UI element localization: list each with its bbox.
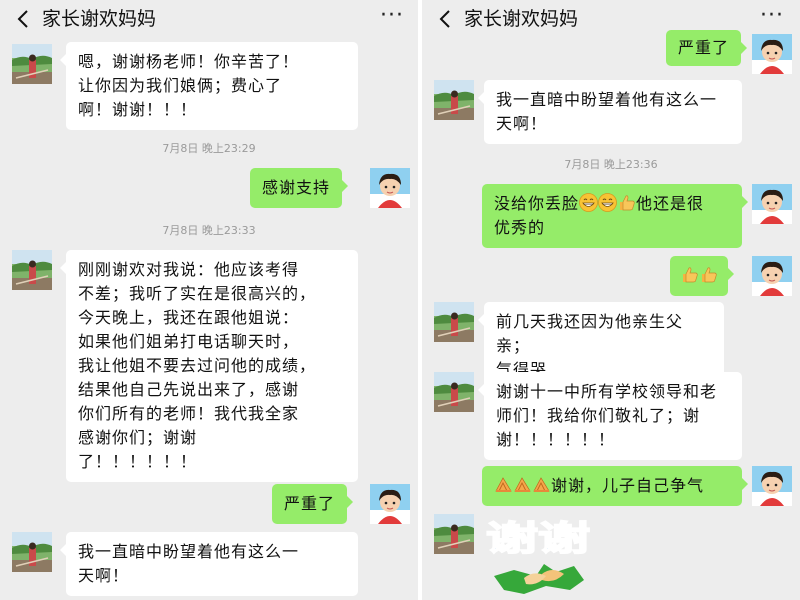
grin-icon — [579, 193, 599, 212]
salute-icon — [513, 475, 532, 494]
grin-icon — [598, 193, 618, 212]
message-bubble-incoming[interactable]: 谢谢十一中所有学校领导和老 师们！我给你们敬礼了；谢 谢！！！！！！ — [478, 372, 742, 460]
message-text: 我一直暗中盼望着他有这么一 天啊！ — [496, 90, 718, 133]
message-text: 严重了 — [284, 494, 336, 513]
teacher-avatar[interactable] — [752, 34, 792, 74]
more-options-icon[interactable]: ··· — [378, 5, 406, 29]
message-text-with-emoji: 谢谢，儿子自己争气 — [494, 474, 730, 498]
chat-screenshot-right: 家长谢欢妈妈 ··· 严重了 我一直暗中盼望着他有这么一 天啊！ 7月8日 晚上… — [422, 0, 800, 600]
parent-avatar[interactable] — [12, 532, 52, 572]
message-list[interactable]: 严重了 我一直暗中盼望着他有这么一 天啊！ 7月8日 晚上23:36 没给你丢脸… — [422, 30, 800, 600]
parent-avatar[interactable] — [434, 80, 474, 120]
message-text: 感谢支持 — [262, 178, 331, 197]
back-arrow-icon[interactable] — [436, 8, 456, 30]
message-bubble-outgoing[interactable]: 谢谢，儿子自己争气 — [482, 466, 748, 506]
chat-screenshot-left: 家长谢欢妈妈 ··· 嗯，谢谢杨老师！你辛苦了！ 让你因为我们娘俩；费心了 啊！… — [0, 0, 418, 600]
thumbs-up-icon — [699, 265, 718, 284]
message-timestamp: 7月8日 晚上23:29 — [162, 142, 256, 155]
message-text: 没给你丢脸 — [494, 194, 580, 213]
message-text: 刚刚谢欢对我说：他应该考得 不差；我听了实在是很高兴的， 今天晚上，我还在跟他姐… — [78, 260, 317, 471]
message-bubble-incoming[interactable]: 刚刚谢欢对我说：他应该考得 不差；我听了实在是很高兴的， 今天晚上，我还在跟他姐… — [60, 250, 358, 482]
message-text: 嗯，谢谢杨老师！你辛苦了！ 让你因为我们娘俩；费心了 啊！谢谢！！！ — [78, 52, 300, 119]
chat-header: 家长谢欢妈妈 ··· — [0, 0, 418, 38]
chat-header: 家长谢欢妈妈 ··· — [422, 0, 800, 38]
message-text: 严重了 — [678, 38, 730, 57]
message-text: 谢谢，儿子自己争气 — [551, 476, 705, 495]
message-bubble-incoming[interactable]: 我一直暗中盼望着他有这么一 天啊！ — [478, 80, 742, 144]
parent-avatar[interactable] — [434, 372, 474, 412]
teacher-avatar[interactable] — [370, 484, 410, 524]
message-text: 我一直暗中盼望着他有这么一 天啊！ — [78, 542, 300, 585]
thumbs-up-icon — [680, 265, 699, 284]
chat-title: 家长谢欢妈妈 — [464, 8, 579, 30]
more-options-icon[interactable]: ··· — [758, 5, 786, 29]
sticker-text: 谢谢 — [486, 519, 590, 559]
message-timestamp: 7月8日 晚上23:33 — [162, 224, 256, 237]
message-bubble-incoming[interactable]: 嗯，谢谢杨老师！你辛苦了！ 让你因为我们娘俩；费心了 啊！谢谢！！！ — [60, 42, 358, 130]
back-arrow-icon[interactable] — [14, 8, 34, 30]
parent-avatar[interactable] — [434, 302, 474, 342]
message-bubble-outgoing[interactable]: 严重了 — [272, 484, 354, 524]
message-bubble-incoming[interactable]: 我一直暗中盼望着他有这么一 天啊！ — [60, 532, 358, 596]
message-timestamp: 7月8日 晚上23:36 — [564, 158, 658, 171]
message-bubble-outgoing[interactable]: 没给你丢脸 他还是很 优秀的 — [482, 184, 748, 248]
teacher-avatar[interactable] — [752, 184, 792, 224]
message-text-with-emoji: 没给你丢脸 他还是很 优秀的 — [494, 192, 730, 240]
teacher-avatar[interactable] — [752, 256, 792, 296]
parent-avatar[interactable] — [12, 44, 52, 84]
teacher-avatar[interactable] — [752, 466, 792, 506]
thumbs-up-icon — [617, 193, 636, 212]
salute-icon — [494, 475, 513, 494]
message-text: 谢谢十一中所有学校领导和老 师们！我给你们敬礼了；谢 谢！！！！！！ — [496, 382, 718, 449]
emoji-row — [680, 264, 718, 288]
thank-you-sticker[interactable]: 谢谢 — [484, 514, 594, 600]
parent-avatar[interactable] — [12, 250, 52, 290]
message-list[interactable]: 嗯，谢谢杨老师！你辛苦了！ 让你因为我们娘俩；费心了 啊！谢谢！！！ 7月8日 … — [0, 38, 418, 600]
salute-icon — [532, 475, 551, 494]
chat-title: 家长谢欢妈妈 — [42, 8, 157, 30]
parent-avatar[interactable] — [434, 514, 474, 554]
message-bubble-outgoing[interactable] — [670, 256, 734, 296]
message-bubble-outgoing[interactable]: 严重了 — [666, 30, 748, 66]
teacher-avatar[interactable] — [370, 168, 410, 208]
message-bubble-outgoing[interactable]: 感谢支持 — [250, 168, 349, 208]
